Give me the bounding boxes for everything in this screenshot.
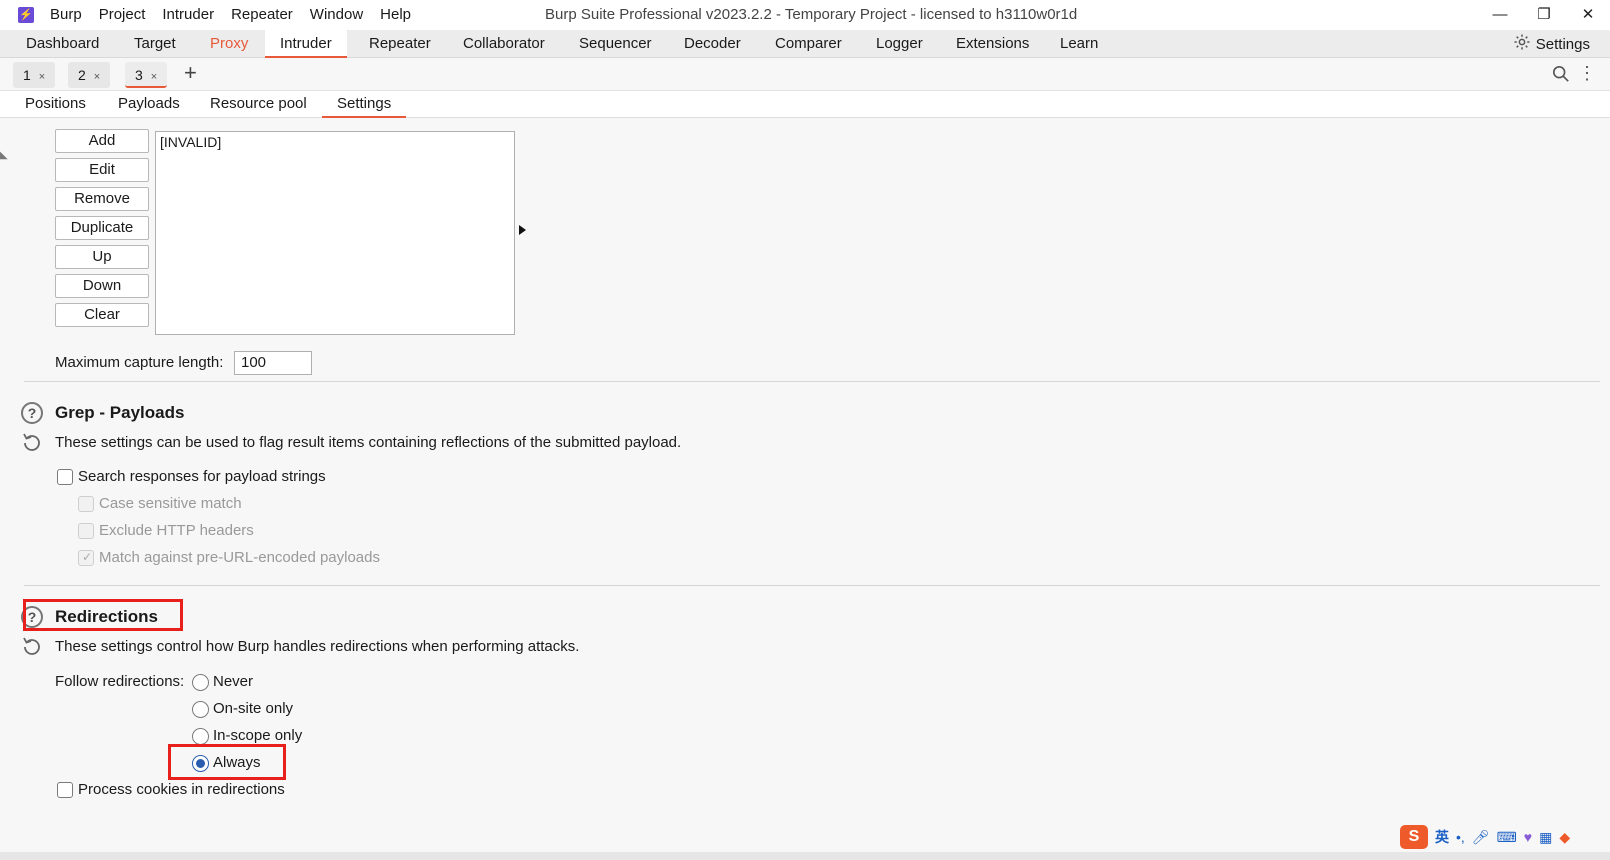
apps-grid-icon[interactable]: ▦ <box>1539 829 1552 846</box>
list-item[interactable]: [INVALID] <box>160 134 510 150</box>
process-cookies-label: Process cookies in redirections <box>78 781 285 798</box>
close-icon[interactable]: ✕ <box>1576 4 1600 26</box>
checkmark-icon: ✓ <box>82 550 93 564</box>
max-capture-label: Maximum capture length: <box>55 354 224 371</box>
match-preencoded-checkbox[interactable]: ✓ <box>78 550 94 566</box>
expand-arrow-icon[interactable] <box>519 225 526 235</box>
highlight-box <box>168 744 286 780</box>
case-sensitive-checkbox[interactable] <box>78 496 94 512</box>
grep-payloads-description: These settings can be used to flag resul… <box>55 434 682 451</box>
tab-sequencer[interactable]: Sequencer <box>564 30 667 58</box>
punctuation-icon[interactable]: •, <box>1456 829 1465 845</box>
exclude-headers-checkbox[interactable] <box>78 523 94 539</box>
attack-tab-label: 1 <box>23 67 31 83</box>
reset-icon[interactable] <box>20 635 44 662</box>
radio-in-scope-only[interactable] <box>192 728 209 745</box>
help-icon[interactable]: ? <box>21 402 43 424</box>
settings-label: Settings <box>1535 35 1590 53</box>
radio-never[interactable] <box>192 674 209 691</box>
tab-proxy[interactable]: Proxy <box>195 30 263 58</box>
collapse-arrow-icon[interactable]: ◣ <box>0 150 8 170</box>
close-tab-icon[interactable]: × <box>39 71 45 83</box>
attack-tab-2[interactable]: 2 × <box>68 62 111 88</box>
radio-on-site-only[interactable] <box>192 701 209 718</box>
tab-logger[interactable]: Logger <box>861 30 938 58</box>
attack-tab-label: 3 <box>135 67 143 83</box>
ime-toolbar: S 英 •, 🎤︎ ⌨︎ ♥︎ ▦ ◆ <box>1400 823 1570 851</box>
redirections-description: These settings control how Burp handles … <box>55 638 580 655</box>
follow-redirections-label: Follow redirections: <box>55 673 185 690</box>
extract-items-list[interactable]: [INVALID] <box>155 131 515 335</box>
menu-repeater[interactable]: Repeater <box>231 6 293 23</box>
close-tab-icon[interactable]: × <box>94 71 100 83</box>
tab-collaborator[interactable]: Collaborator <box>448 30 560 58</box>
tab-intruder[interactable]: Intruder <box>265 30 347 58</box>
skin-icon[interactable]: ♥︎ <box>1524 829 1532 845</box>
case-sensitive-label: Case sensitive match <box>99 495 242 512</box>
minimize-icon[interactable]: — <box>1488 4 1512 26</box>
remove-button[interactable]: Remove <box>55 187 149 211</box>
menu-help[interactable]: Help <box>380 6 411 23</box>
sogou-logo-icon[interactable]: S <box>1400 825 1428 849</box>
tab-comparer[interactable]: Comparer <box>760 30 857 58</box>
add-tab-button[interactable]: + <box>184 60 197 86</box>
tab-target[interactable]: Target <box>119 30 191 58</box>
match-preencoded-label: Match against pre-URL-encoded payloads <box>99 549 380 566</box>
settings-panel: Add Edit Remove Duplicate Up Down Clear … <box>10 118 1600 853</box>
add-button[interactable]: Add <box>55 129 149 153</box>
tab-decoder[interactable]: Decoder <box>669 30 756 58</box>
exclude-headers-label: Exclude HTTP headers <box>99 522 254 539</box>
search-icon[interactable] <box>1552 65 1570 86</box>
tab-repeater[interactable]: Repeater <box>354 30 446 58</box>
intruder-tab-bar: Positions Payloads Resource pool Setting… <box>0 91 1610 118</box>
tab-extensions[interactable]: Extensions <box>941 30 1044 58</box>
reset-icon[interactable] <box>20 431 44 458</box>
clear-button[interactable]: Clear <box>55 303 149 327</box>
menu-window[interactable]: Window <box>310 6 363 23</box>
tab-settings[interactable]: Settings <box>322 91 407 118</box>
tab-learn[interactable]: Learn <box>1045 30 1113 58</box>
menu-burp[interactable]: Burp <box>50 6 82 23</box>
menu-bar: Burp Project Intruder Repeater Window He… <box>50 6 428 23</box>
down-button[interactable]: Down <box>55 274 149 298</box>
menu-project[interactable]: Project <box>99 6 146 23</box>
up-button[interactable]: Up <box>55 245 149 269</box>
tab-payloads[interactable]: Payloads <box>103 91 195 118</box>
radio-in-scope-label: In-scope only <box>213 727 303 744</box>
close-tab-icon[interactable]: × <box>151 71 157 83</box>
window-title: Burp Suite Professional v2023.2.2 - Temp… <box>545 6 1078 23</box>
tab-dashboard[interactable]: Dashboard <box>11 30 114 58</box>
highlight-box <box>23 599 183 631</box>
process-cookies-checkbox[interactable] <box>57 782 73 798</box>
attack-tab-3[interactable]: 3 × <box>125 62 168 88</box>
tab-positions[interactable]: Positions <box>10 91 101 118</box>
divider <box>24 381 1600 382</box>
duplicate-button[interactable]: Duplicate <box>55 216 149 240</box>
attack-tab-bar: 1 × 2 × 3 × + ⋮ <box>0 58 1610 91</box>
attack-tab-label: 2 <box>78 67 86 83</box>
radio-on-site-label: On-site only <box>213 700 294 717</box>
max-capture-input[interactable]: 100 <box>234 351 312 375</box>
microphone-icon[interactable]: 🎤︎ <box>1472 829 1490 846</box>
restore-icon[interactable]: ❐ <box>1532 4 1556 26</box>
more-options-icon[interactable]: ⋮ <box>1578 64 1596 82</box>
section-title-grep-payloads: Grep - Payloads <box>55 403 185 422</box>
search-payload-label: Search responses for payload strings <box>78 468 326 485</box>
attack-tab-1[interactable]: 1 × <box>13 62 56 88</box>
title-bar: ⚡ Burp Project Intruder Repeater Window … <box>0 0 1610 30</box>
ime-language[interactable]: 英 <box>1435 827 1449 847</box>
divider <box>24 585 1600 586</box>
main-tab-bar: Dashboard Target Proxy Intruder Repeater… <box>0 30 1610 58</box>
keyboard-icon[interactable]: ⌨︎ <box>1497 829 1517 846</box>
tab-resource-pool[interactable]: Resource pool <box>195 91 322 118</box>
burp-logo-icon: ⚡ <box>18 7 34 23</box>
settings-button[interactable]: Settings <box>1513 33 1590 55</box>
menu-intruder[interactable]: Intruder <box>162 6 214 23</box>
edit-button[interactable]: Edit <box>55 158 149 182</box>
gear-icon <box>1513 33 1531 55</box>
search-payload-checkbox[interactable] <box>57 469 73 485</box>
status-strip <box>0 852 1610 860</box>
toolbox-icon[interactable]: ◆ <box>1559 829 1570 846</box>
radio-never-label: Never <box>213 673 254 690</box>
